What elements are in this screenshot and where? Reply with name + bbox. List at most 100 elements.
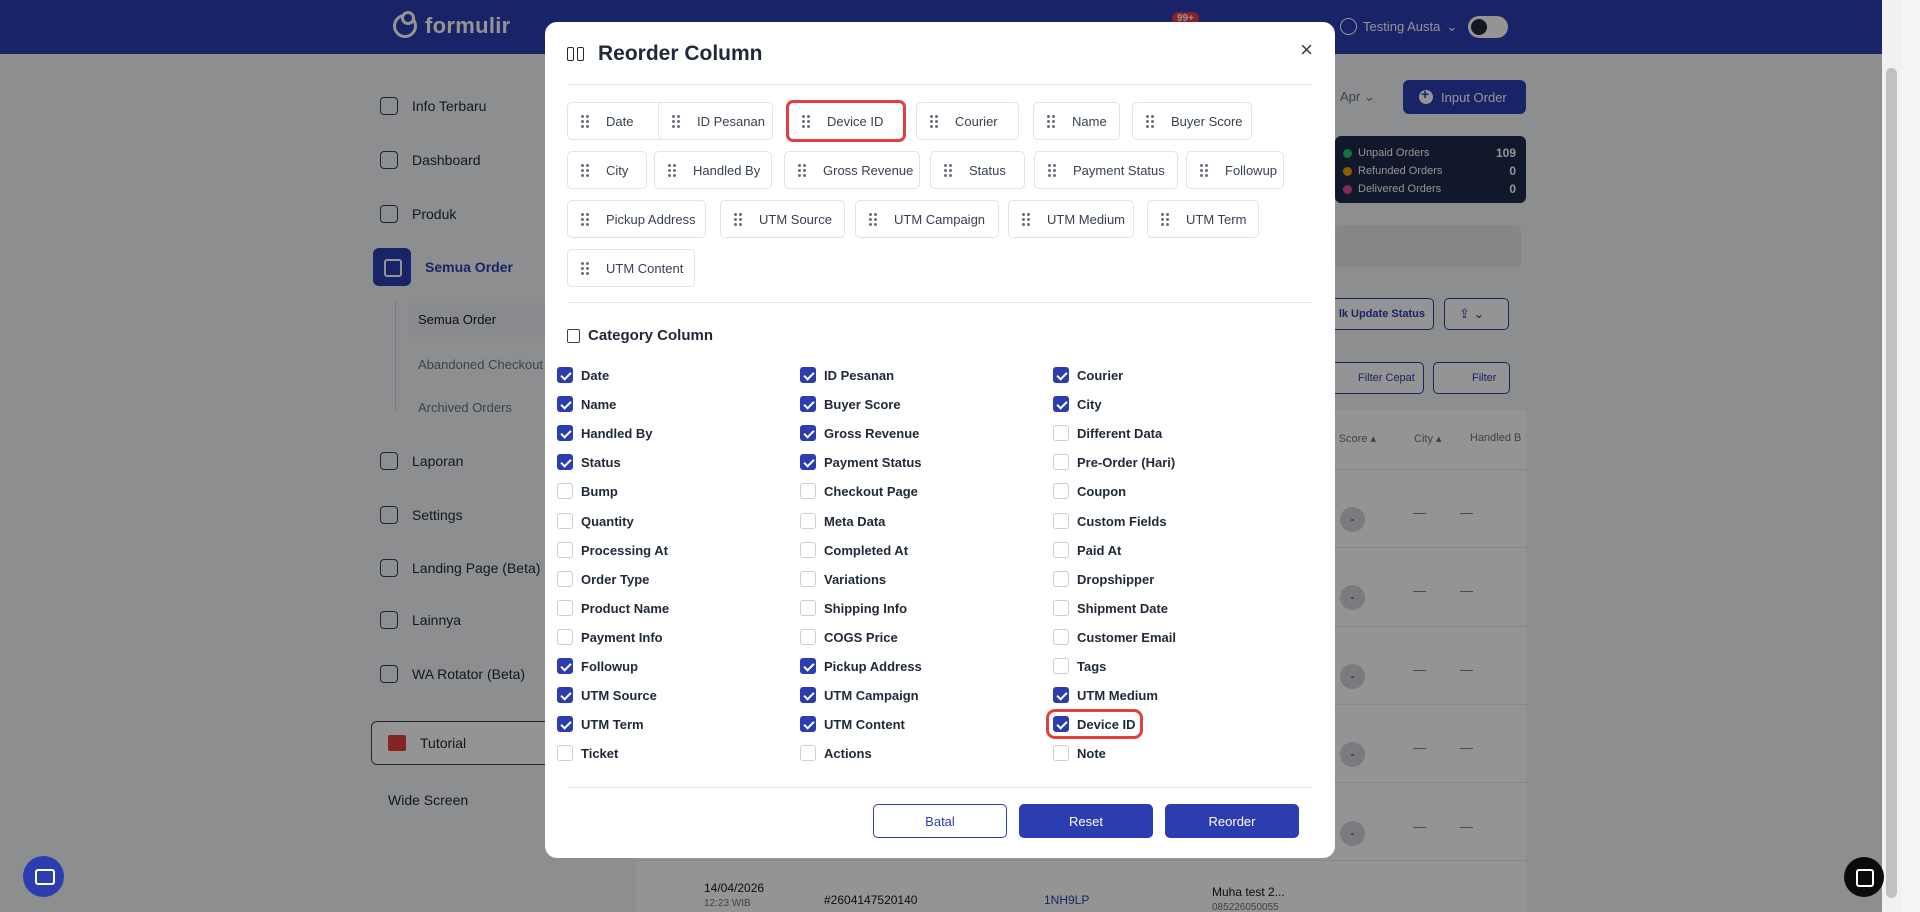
checkbox-customer-email[interactable]: Customer Email — [1053, 629, 1176, 645]
checkbox-processing-at[interactable]: Processing At — [557, 542, 668, 558]
checkbox-unchecked-icon[interactable] — [557, 571, 573, 587]
drag-handle-icon[interactable] — [580, 261, 590, 275]
checkbox-checked-icon[interactable] — [1053, 367, 1069, 383]
reorder-chip-followup[interactable]: Followup — [1186, 151, 1284, 189]
checkbox-checked-icon[interactable] — [800, 716, 816, 732]
checkbox-utm-medium[interactable]: UTM Medium — [1053, 687, 1158, 703]
checkbox-checked-icon[interactable] — [557, 716, 573, 732]
checkbox-utm-source[interactable]: UTM Source — [557, 687, 657, 703]
checkbox-unchecked-icon[interactable] — [1053, 483, 1069, 499]
checkbox-courier[interactable]: Courier — [1053, 367, 1123, 383]
reorder-chip-utm-campaign[interactable]: UTM Campaign — [855, 200, 999, 238]
checkbox-utm-campaign[interactable]: UTM Campaign — [800, 687, 919, 703]
checkbox-dropshipper[interactable]: Dropshipper — [1053, 571, 1154, 587]
checkbox-status[interactable]: Status — [557, 454, 621, 470]
checkbox-unchecked-icon[interactable] — [800, 600, 816, 616]
reorder-chip-device-id[interactable]: Device ID — [786, 100, 906, 142]
drag-handle-icon[interactable] — [1160, 212, 1170, 226]
checkbox-shipping-info[interactable]: Shipping Info — [800, 600, 907, 616]
checkbox-checkout-page[interactable]: Checkout Page — [800, 483, 918, 499]
checkbox-checked-icon[interactable] — [800, 454, 816, 470]
checkbox-unchecked-icon[interactable] — [800, 629, 816, 645]
checkbox-id-pesanan[interactable]: ID Pesanan — [800, 367, 894, 383]
checkbox-unchecked-icon[interactable] — [1053, 629, 1069, 645]
reorder-chip-date[interactable]: Date — [567, 102, 671, 140]
checkbox-buyer-score[interactable]: Buyer Score — [800, 396, 901, 412]
checkbox-pre-order-hari[interactable]: Pre-Order (Hari) — [1053, 454, 1175, 470]
reorder-chip-gross-revenue[interactable]: Gross Revenue — [784, 151, 920, 189]
drag-handle-icon[interactable] — [667, 163, 677, 177]
reorder-chip-id-pesanan[interactable]: ID Pesanan — [658, 102, 773, 140]
reorder-chip-handled-by[interactable]: Handled By — [654, 151, 772, 189]
chat-support-button[interactable] — [23, 856, 64, 897]
checkbox-unchecked-icon[interactable] — [557, 745, 573, 761]
checkbox-paid-at[interactable]: Paid At — [1053, 542, 1121, 558]
checkbox-unchecked-icon[interactable] — [557, 629, 573, 645]
reset-button[interactable]: Reset — [1019, 804, 1153, 838]
checkbox-utm-content[interactable]: UTM Content — [800, 716, 905, 732]
reorder-chip-utm-content[interactable]: UTM Content — [567, 249, 695, 287]
checkbox-checked-icon[interactable] — [557, 396, 573, 412]
checkbox-checked-icon[interactable] — [800, 658, 816, 674]
reorder-chip-utm-term[interactable]: UTM Term — [1147, 200, 1259, 238]
checkbox-note[interactable]: Note — [1053, 745, 1106, 761]
scrollbar-thumb[interactable] — [1886, 68, 1897, 898]
checkbox-product-name[interactable]: Product Name — [557, 600, 669, 616]
checkbox-handled-by[interactable]: Handled By — [557, 425, 653, 441]
close-icon[interactable]: × — [1300, 39, 1313, 61]
checkbox-checked-icon[interactable] — [557, 367, 573, 383]
checkbox-quantity[interactable]: Quantity — [557, 513, 634, 529]
checkbox-device-id[interactable]: Device ID — [1046, 709, 1143, 739]
checkbox-city[interactable]: City — [1053, 396, 1102, 412]
checkbox-checked-icon[interactable] — [557, 658, 573, 674]
checkbox-ticket[interactable]: Ticket — [557, 745, 618, 761]
checkbox-checked-icon[interactable] — [1053, 396, 1069, 412]
page-scrollbar[interactable] — [1882, 0, 1902, 912]
checkbox-unchecked-icon[interactable] — [1053, 513, 1069, 529]
reorder-chip-utm-medium[interactable]: UTM Medium — [1008, 200, 1134, 238]
checkbox-cogs-price[interactable]: COGS Price — [800, 629, 898, 645]
drag-handle-icon[interactable] — [733, 212, 743, 226]
drag-handle-icon[interactable] — [1046, 114, 1056, 128]
checkbox-checked-icon[interactable] — [1053, 687, 1069, 703]
reorder-chip-payment-status[interactable]: Payment Status — [1034, 151, 1178, 189]
checkbox-name[interactable]: Name — [557, 396, 616, 412]
checkbox-unchecked-icon[interactable] — [800, 513, 816, 529]
checkbox-checked-icon[interactable] — [1053, 716, 1069, 732]
checkbox-unchecked-icon[interactable] — [557, 513, 573, 529]
reorder-button[interactable]: Reorder — [1165, 804, 1299, 838]
checkbox-checked-icon[interactable] — [557, 454, 573, 470]
checkbox-date[interactable]: Date — [557, 367, 609, 383]
checkbox-tags[interactable]: Tags — [1053, 658, 1106, 674]
checkbox-checked-icon[interactable] — [557, 687, 573, 703]
checkbox-checked-icon[interactable] — [800, 367, 816, 383]
checkbox-bump[interactable]: Bump — [557, 483, 618, 499]
drag-handle-icon[interactable] — [1145, 114, 1155, 128]
reorder-chip-city[interactable]: City — [567, 151, 647, 189]
checkbox-checked-icon[interactable] — [800, 687, 816, 703]
batal-button[interactable]: Batal — [873, 804, 1007, 838]
checkbox-order-type[interactable]: Order Type — [557, 571, 649, 587]
reorder-chip-name[interactable]: Name — [1033, 102, 1120, 140]
drag-handle-icon[interactable] — [1047, 163, 1057, 177]
drag-handle-icon[interactable] — [797, 163, 807, 177]
checkbox-variations[interactable]: Variations — [800, 571, 886, 587]
checkbox-shipment-date[interactable]: Shipment Date — [1053, 600, 1168, 616]
checkbox-unchecked-icon[interactable] — [1053, 658, 1069, 674]
checkbox-checked-icon[interactable] — [557, 425, 573, 441]
checkbox-custom-fields[interactable]: Custom Fields — [1053, 513, 1167, 529]
checkbox-different-data[interactable]: Different Data — [1053, 425, 1162, 441]
checkbox-payment-status[interactable]: Payment Status — [800, 454, 922, 470]
checkbox-unchecked-icon[interactable] — [800, 483, 816, 499]
checkbox-gross-revenue[interactable]: Gross Revenue — [800, 425, 919, 441]
checkbox-utm-term[interactable]: UTM Term — [557, 716, 644, 732]
checkbox-checked-icon[interactable] — [800, 396, 816, 412]
reorder-chip-utm-source[interactable]: UTM Source — [720, 200, 845, 238]
checkbox-unchecked-icon[interactable] — [557, 542, 573, 558]
checkbox-meta-data[interactable]: Meta Data — [800, 513, 885, 529]
checkbox-unchecked-icon[interactable] — [557, 600, 573, 616]
drag-handle-icon[interactable] — [801, 114, 811, 128]
reorder-chip-pickup-address[interactable]: Pickup Address — [567, 200, 706, 238]
chat-widget-button[interactable] — [1844, 857, 1884, 897]
drag-handle-icon[interactable] — [1021, 212, 1031, 226]
